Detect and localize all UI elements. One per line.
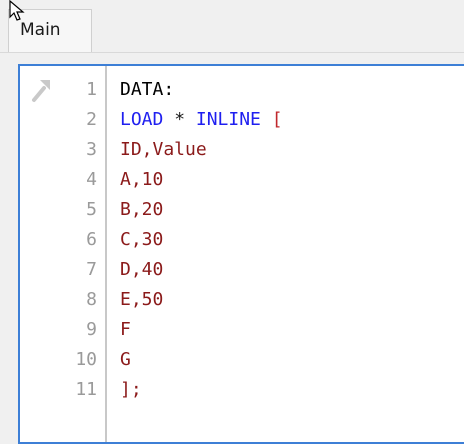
code-token: A,10 — [120, 169, 164, 190]
code-token: G — [120, 349, 131, 370]
tab-main-label: Main — [20, 20, 61, 40]
code-line[interactable]: ID,Value — [120, 135, 207, 165]
code-line[interactable]: DATA: — [120, 75, 174, 105]
line-number: 1 — [86, 79, 97, 100]
line-number: 3 — [86, 139, 97, 160]
line-number: 10 — [75, 349, 97, 370]
code-line[interactable]: B,20 — [120, 195, 163, 225]
code-token: E,50 — [120, 289, 164, 310]
mouse-cursor-icon — [9, 0, 25, 21]
code-token: * — [163, 109, 196, 130]
code-token: F — [120, 319, 131, 340]
line-number: 5 — [86, 199, 97, 220]
code-line[interactable]: C,30 — [120, 225, 163, 255]
code-token: [ — [260, 109, 283, 130]
pin-icon[interactable] — [28, 74, 56, 104]
code-token: B,20 — [120, 199, 164, 220]
line-number: 6 — [86, 229, 97, 250]
code-token: ID,Value — [120, 139, 207, 160]
code-line[interactable]: D,40 — [120, 255, 163, 285]
code-line[interactable]: LOAD * INLINE [ — [120, 105, 283, 135]
code-line[interactable]: F — [120, 315, 131, 345]
code-token: ]; — [120, 379, 142, 400]
line-number: 9 — [86, 319, 97, 340]
code-line[interactable]: E,50 — [120, 285, 163, 315]
line-number: 8 — [86, 289, 97, 310]
line-number-gutter: 1 2 3 4 5 6 7 8 9 10 11 — [20, 66, 107, 442]
tab-bar: Main — [0, 0, 464, 53]
script-editor[interactable]: 1 2 3 4 5 6 7 8 9 10 11 DATA: LOAD * INLINE [ ID,Val… — [18, 64, 464, 444]
code-token: DATA: — [120, 79, 175, 100]
line-number: 11 — [75, 379, 97, 400]
code-token: D,40 — [120, 259, 164, 280]
code-line[interactable]: ]; — [120, 375, 142, 405]
code-token: INLINE — [195, 109, 261, 130]
line-number: 4 — [86, 169, 97, 190]
code-line[interactable]: G — [120, 345, 131, 375]
code-token: LOAD — [120, 109, 164, 130]
code-line[interactable]: A,10 — [120, 165, 163, 195]
line-number: 7 — [86, 259, 97, 280]
line-number: 2 — [86, 109, 97, 130]
code-token: C,30 — [120, 229, 164, 250]
